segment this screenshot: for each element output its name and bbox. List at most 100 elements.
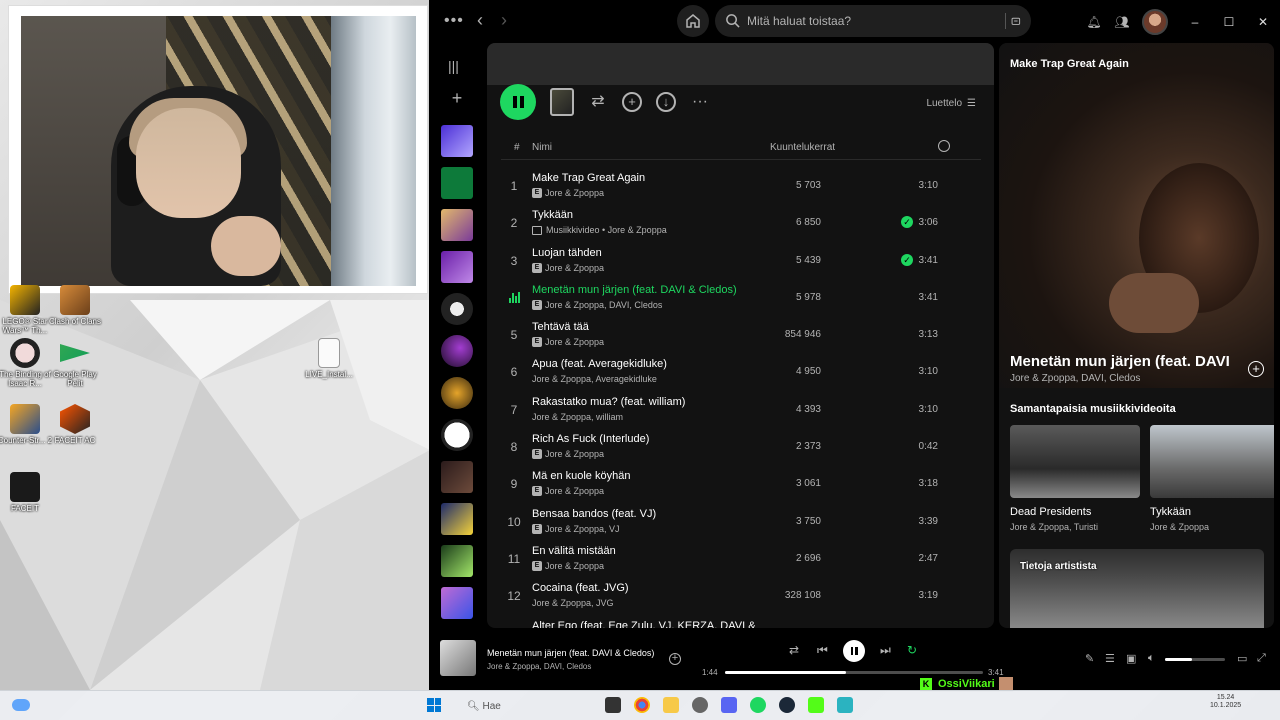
task-view-icon[interactable]: [605, 697, 621, 713]
search-bar[interactable]: [715, 5, 1031, 37]
track-row[interactable]: 12 Cocaina (feat. JVG) Jore & Zpoppa, JVG 3…: [501, 577, 981, 614]
track-row[interactable]: 1 Make Trap Great Again E Jore & Zpoppa 5 70…: [501, 167, 981, 204]
liked-songs-thumb[interactable]: [441, 125, 473, 157]
playlist-thumb[interactable]: [441, 587, 473, 619]
bell-icon[interactable]: 🔔︎: [1080, 15, 1108, 29]
saved-check-icon[interactable]: ✓: [901, 216, 913, 229]
spotify-icon[interactable]: [750, 697, 766, 713]
track-title[interactable]: Bensaa bandos (feat. VJ): [532, 508, 656, 520]
search-input[interactable]: [747, 5, 987, 37]
shuffle-icon[interactable]: ⇄: [789, 643, 799, 657]
clock[interactable]: 15.24 10.1.2025: [1210, 694, 1241, 711]
previous-icon[interactable]: ⏮︎: [817, 643, 828, 658]
artist-thumb[interactable]: [441, 419, 473, 451]
more-options-icon[interactable]: ···: [690, 92, 710, 112]
desktop-icon-faceit-ac[interactable]: FACEIT AC: [45, 404, 105, 446]
playlist-cover-thumb[interactable]: [550, 88, 574, 116]
pause-button[interactable]: [500, 84, 536, 120]
menu-dots-icon[interactable]: •••: [444, 12, 464, 30]
track-row[interactable]: 3 Luojan tähden E Jore & Zpoppa 5 439 ✓ 3:41: [501, 242, 981, 279]
video-card[interactable]: Tykkään Jore & Zpoppa: [1150, 425, 1274, 532]
avatar[interactable]: [1142, 8, 1168, 35]
view-toggle[interactable]: Luettelo ☰: [926, 98, 976, 109]
playlist-thumb[interactable]: [441, 251, 473, 283]
track-title[interactable]: Apua (feat. Averagekidluke): [532, 358, 667, 370]
player-track-title[interactable]: Menetän mun järjen (feat. DAVI & Cledos): [487, 648, 654, 658]
taskbar-search[interactable]: 🔍︎ Hae: [467, 697, 597, 715]
pause-button[interactable]: [843, 640, 865, 662]
track-title[interactable]: Make Trap Great Again: [532, 172, 645, 184]
discord-icon[interactable]: [721, 697, 737, 713]
progress-bar[interactable]: [725, 671, 983, 674]
track-title[interactable]: Menetän mun järjen (feat. DAVI & Cledos): [532, 284, 737, 296]
track-title[interactable]: Alter Ego (feat. Ege Zulu, VJ, KERZA, DA…: [532, 620, 756, 628]
queue-icon[interactable]: ☰: [1105, 652, 1115, 665]
track-title[interactable]: En välitä mistään: [532, 545, 616, 557]
bookmark-playlist-thumb[interactable]: [441, 167, 473, 199]
file-explorer-icon[interactable]: [663, 697, 679, 713]
fullscreen-icon[interactable]: ⤢: [1257, 652, 1266, 665]
desktop-icon-faceit[interactable]: FACEIT: [0, 472, 55, 514]
track-title[interactable]: Mä en kuole köyhän: [532, 470, 630, 482]
now-playing-artists[interactable]: Jore & Zpoppa, DAVI, Cledos: [1010, 373, 1140, 384]
track-title[interactable]: Cocaina (feat. JVG): [532, 582, 629, 594]
home-button[interactable]: [677, 5, 709, 37]
video-card[interactable]: Dead Presidents Jore & Zpoppa, Turisti: [1010, 425, 1140, 532]
track-row[interactable]: Menetän mun järjen (feat. DAVI & Cledos)…: [501, 279, 981, 316]
track-row[interactable]: 7 Rakastatko mua? (feat. william) Jore & Z…: [501, 391, 981, 428]
weather-icon[interactable]: [12, 699, 30, 711]
track-row[interactable]: 13 Alter Ego (feat. Ege Zulu, VJ, KERZA, …: [501, 615, 981, 628]
minimize-icon[interactable]: –: [1178, 15, 1212, 29]
repeat-icon[interactable]: ↻: [907, 643, 917, 657]
start-button[interactable]: [427, 698, 441, 712]
library-icon[interactable]: |||: [448, 58, 459, 74]
track-title[interactable]: Luojan tähden: [532, 247, 602, 259]
next-icon[interactable]: ⏭︎: [880, 643, 891, 658]
download-icon[interactable]: ↓: [656, 92, 676, 112]
add-to-library-icon[interactable]: +: [1248, 361, 1264, 377]
maximize-icon[interactable]: ☐: [1212, 15, 1246, 29]
player-artists[interactable]: Jore & Zpoppa, DAVI, Cledos: [487, 662, 591, 671]
playlist-thumb[interactable]: [441, 461, 473, 493]
desktop-icon-live-install[interactable]: LIVE_Instal...: [299, 338, 359, 380]
back-arrow-icon[interactable]: ‹: [477, 10, 483, 31]
track-row[interactable]: 10 Bensaa bandos (feat. VJ) E Jore & Zpoppa…: [501, 503, 981, 540]
track-row[interactable]: 11 En välitä mistään E Jore & Zpoppa 2 696 2:…: [501, 540, 981, 577]
track-row[interactable]: 2 Tykkään Musiikkivideo • Jore & Zpoppa 6 8…: [501, 204, 981, 241]
track-row[interactable]: 8 Rich As Fuck (Interlude) E Jore & Zpoppa 2…: [501, 428, 981, 465]
app-icon[interactable]: [837, 697, 853, 713]
connect-device-icon[interactable]: ▣: [1126, 652, 1136, 665]
forward-arrow-icon[interactable]: ›: [501, 10, 507, 31]
chrome-icon[interactable]: [634, 697, 650, 713]
saved-check-icon[interactable]: ✓: [901, 253, 913, 266]
mini-player-icon[interactable]: ▭: [1237, 652, 1247, 665]
browse-icon[interactable]: [1005, 13, 1021, 29]
track-title[interactable]: Rich As Fuck (Interlude): [532, 433, 649, 445]
volume-icon[interactable]: 🔈︎: [1148, 652, 1155, 665]
add-circle-icon[interactable]: +: [622, 92, 642, 112]
desktop-icon-clash-of-clans[interactable]: Clash of Clans: [45, 285, 105, 327]
settings-icon[interactable]: [692, 697, 708, 713]
about-artist-card[interactable]: Tietoja artistista: [1010, 549, 1264, 628]
add-icon[interactable]: +: [669, 653, 681, 665]
artist-thumb[interactable]: [441, 335, 473, 367]
track-title[interactable]: Tehtävä tää: [532, 321, 589, 333]
playlist-thumb[interactable]: [441, 209, 473, 241]
steam-icon[interactable]: [779, 697, 795, 713]
lyrics-icon[interactable]: ✎: [1085, 652, 1094, 665]
player-cover[interactable]: [440, 640, 476, 676]
artist-thumb[interactable]: [441, 377, 473, 409]
now-playing-title[interactable]: Menetän mun järjen (feat. DAVI: [1010, 353, 1255, 370]
track-row[interactable]: 5 Tehtävä tää E Jore & Zpoppa 854 946 3:13: [501, 316, 981, 353]
friends-icon[interactable]: 👥︎: [1108, 15, 1136, 29]
close-icon[interactable]: ✕: [1246, 15, 1280, 29]
desktop-icon-google-play-games[interactable]: Google Play Pelit: [45, 338, 105, 389]
playlist-thumb[interactable]: [441, 503, 473, 535]
volume-slider[interactable]: [1165, 658, 1225, 661]
track-title[interactable]: Rakastatko mua? (feat. william): [532, 396, 685, 408]
track-title[interactable]: Tykkään: [532, 209, 573, 221]
now-playing-header[interactable]: Make Trap Great Again: [1010, 58, 1129, 70]
artist-thumb[interactable]: [441, 293, 473, 325]
shuffle-icon[interactable]: ⇄: [588, 92, 608, 112]
playlist-thumb[interactable]: [441, 545, 473, 577]
